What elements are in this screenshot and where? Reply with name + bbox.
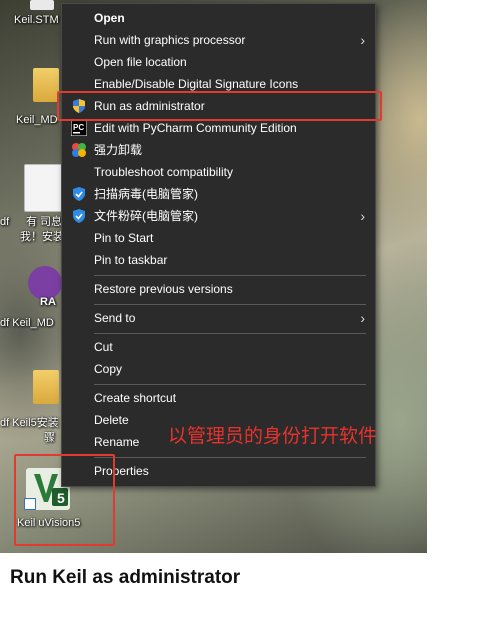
menu-item-open-file-location[interactable]: Open file location [62, 51, 375, 73]
desktop-icon-label[interactable]: Keil.STM [14, 14, 59, 27]
pycharm-icon: PC [71, 120, 87, 136]
menu-item-label: Delete [94, 413, 129, 427]
folder-icon[interactable] [33, 370, 59, 404]
menu-item-label: Restore previous versions [94, 282, 233, 296]
menu-item-label: Open [94, 11, 125, 25]
menu-item-label: Copy [94, 362, 123, 376]
menu-separator [94, 275, 366, 276]
figure-caption: Run Keil as administrator [10, 567, 241, 588]
desktop-icon-label[interactable]: 我！安装 [20, 231, 64, 244]
desktop-icon-label[interactable]: 骤 [44, 432, 55, 445]
menu-item-restore-previous-versions[interactable]: Restore previous versions [62, 278, 375, 300]
menu-item-label: Pin to taskbar [94, 253, 168, 267]
menu-item-scan-virus[interactable]: 扫描病毒(电脑管家) [62, 183, 375, 205]
menu-item-label: 文件粉碎(电脑管家) [94, 209, 198, 223]
chevron-right-icon: › [360, 208, 365, 224]
menu-separator [94, 457, 366, 458]
menu-item-label: Run with graphics processor [94, 33, 246, 47]
annotation-text: 以管理员的身份打开软件 [168, 425, 378, 447]
menu-item-run-with-gpu[interactable]: Run with graphics processor › [62, 29, 375, 51]
menu-separator [94, 384, 366, 385]
menu-item-open[interactable]: Open [62, 7, 375, 29]
keil-icon-highlight-box [14, 454, 115, 546]
desktop-icon-label[interactable]: df Keil5安装 [0, 417, 59, 430]
rar-icon-label: RA [40, 296, 56, 308]
chevron-right-icon: › [360, 32, 365, 48]
menu-item-label: Pin to Start [94, 231, 154, 245]
menu-item-create-shortcut[interactable]: Create shortcut [62, 387, 375, 409]
menu-item-label: Rename [94, 435, 140, 449]
menu-item-send-to[interactable]: Send to › [62, 307, 375, 329]
menu-item-pin-to-taskbar[interactable]: Pin to taskbar [62, 249, 375, 271]
menu-item-troubleshoot-compatibility[interactable]: Troubleshoot compatibility [62, 161, 375, 183]
desktop-icon-label[interactable]: Keil_MD [16, 114, 58, 127]
menu-item-label: 强力卸载 [94, 143, 143, 157]
menu-item-label: Troubleshoot compatibility [94, 165, 233, 179]
folder-icon[interactable] [33, 68, 59, 102]
tencent-shield-icon [73, 187, 85, 201]
menu-item-label: 扫描病毒(电脑管家) [94, 187, 198, 201]
desktop-icon-label[interactable]: df Keil_MD [0, 317, 54, 330]
svg-text:PC: PC [73, 123, 84, 132]
file-icon[interactable] [30, 0, 54, 10]
menu-item-label: Create shortcut [94, 391, 177, 405]
menu-item-force-uninstall[interactable]: 强力卸载 [62, 139, 375, 161]
context-menu: Open Run with graphics processor › Open … [61, 3, 376, 487]
menu-separator [94, 333, 366, 334]
menu-item-cut[interactable]: Cut [62, 336, 375, 358]
menu-item-label: Cut [94, 340, 113, 354]
uninstall-icon [72, 143, 86, 157]
menu-separator [94, 304, 366, 305]
rar-icon[interactable] [28, 266, 62, 300]
desktop-icon-label[interactable]: df [0, 216, 9, 229]
tencent-shield-icon [73, 209, 85, 223]
menu-item-label: Open file location [94, 55, 187, 69]
menu-item-pin-to-start[interactable]: Pin to Start [62, 227, 375, 249]
run-as-admin-highlight-box [57, 91, 382, 121]
menu-item-copy[interactable]: Copy [62, 358, 375, 380]
desktop-icon-label[interactable]: 有 司息 [26, 216, 62, 229]
menu-item-label: Send to [94, 311, 136, 325]
menu-item-file-shredder[interactable]: 文件粉碎(电脑管家) › [62, 205, 375, 227]
image-file-icon[interactable] [24, 164, 64, 212]
chevron-right-icon: › [360, 310, 365, 326]
